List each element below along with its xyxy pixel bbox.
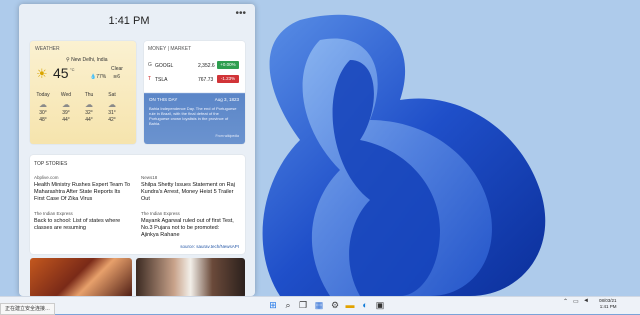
clock-time: 1:41 PM (599, 304, 617, 309)
stock-change: +0.00% (217, 61, 239, 69)
top-stories-title: TOP STORIES (34, 161, 68, 167)
edge-icon[interactable]: ◐ (360, 300, 370, 310)
story-source: News18 (141, 175, 158, 180)
money-title: MONEY | MARKET (148, 46, 192, 52)
settings-icon[interactable]: ⚙ (330, 300, 340, 310)
story-source: The Indian Express (141, 211, 180, 216)
news-image-card[interactable] (30, 258, 132, 296)
file-explorer-icon[interactable]: ▬ (345, 300, 355, 310)
chevron-up-icon[interactable]: ⌃ (563, 298, 568, 305)
story-source: Abplive.com (34, 175, 59, 180)
search-icon[interactable]: ⌕ (283, 300, 293, 310)
widgets-panel: 1:41 PM ••• WEATHER ⚲ New Delhi, India ☀… (19, 4, 255, 296)
stories-source-link[interactable]: source: saurav.tech/NewsAPI (180, 244, 239, 249)
news-image-card[interactable] (136, 258, 245, 296)
on-this-day-date: Aug 3, 1823 (214, 97, 239, 102)
stock-change: -1.23% (217, 75, 239, 83)
wind-value: 6 (117, 74, 120, 80)
forecast-day-label: Today (36, 92, 50, 98)
forecast-high: 39° (62, 110, 70, 116)
humidity-value: 77% (96, 74, 107, 80)
weather-location-label: New Delhi, India (71, 57, 108, 63)
stock-value: 2,352.6 (198, 63, 215, 69)
weather-location: ⚲ New Delhi, India (66, 57, 108, 63)
weather-widget[interactable]: WEATHER ⚲ New Delhi, India ☀ 45 °C Clear… (30, 41, 136, 144)
story-item[interactable]: Abplive.com Health Ministry Rushes Exper… (34, 175, 131, 203)
weather-unit: °C (70, 67, 75, 72)
forecast-high: 32° (85, 110, 93, 116)
weather-title: WEATHER (35, 46, 60, 52)
forecast-low: 44° (85, 117, 93, 123)
cloud-icon: ☁ (39, 100, 47, 109)
stock-row[interactable]: T TSLA 767.73 -1.23% (148, 75, 242, 85)
story-headline: Shilpa Shetty Issues Statement on Raj Ku… (141, 182, 235, 202)
tesla-icon: T (148, 76, 152, 82)
panel-time: 1:41 PM (108, 15, 150, 27)
forecast-low: 44° (62, 117, 70, 123)
weather-humidity: 💧77% (90, 74, 107, 80)
network-icon[interactable]: ▭ (573, 298, 579, 305)
taskbar: ⊞ ⌕ ❐ ▦ ⚙ ▬ ◐ ▣ ⌃ ▭ ◄ 08/03/21 1:41 PM (0, 296, 640, 314)
story-headline: Back to school: List of states where cla… (34, 218, 121, 231)
forecast-high: 31° (108, 110, 116, 116)
forecast-high: 30° (39, 110, 47, 116)
stock-value: 767.73 (198, 77, 214, 83)
forecast-day-label: Sat (108, 92, 116, 98)
stock-row[interactable]: G GOOGL 2,352.6 +0.00% (148, 61, 242, 71)
story-item[interactable]: News18 Shilpa Shetty Issues Statement on… (141, 175, 238, 203)
forecast-day: Wed ☁ 39° 44° (55, 92, 77, 124)
start-icon[interactable]: ⊞ (268, 300, 278, 310)
status-message: 正在建立安全连接… (0, 303, 56, 315)
weather-condition: Clear (111, 66, 123, 72)
money-widget[interactable]: MONEY | MARKET G GOOGL 2,352.6 +0.00% T … (144, 41, 245, 144)
weather-wind: ≋6 (113, 74, 120, 80)
story-headline: Mayank Agarwal ruled out of first Test, … (141, 218, 234, 238)
more-icon[interactable]: ••• (235, 8, 246, 19)
on-this-day-link[interactable]: From wikipedia (215, 134, 239, 138)
task-view-icon[interactable]: ❐ (298, 300, 308, 310)
forecast-day: Today ☁ 30° 48° (32, 92, 54, 124)
on-this-day-label: ON THIS DAY (149, 97, 178, 102)
cloud-rain-icon: ☁ (62, 100, 70, 109)
forecast-day: Sat ☁ 31° 42° (101, 92, 123, 124)
sun-icon: ☀ (36, 66, 48, 81)
story-item[interactable]: The Indian Express Mayank Agarwal ruled … (141, 211, 238, 239)
on-this-day-text: Bahia Independence Day. The end of Portu… (149, 106, 237, 126)
widgets-icon[interactable]: ▦ (314, 300, 324, 310)
weather-temp: 45 (53, 65, 69, 81)
cloud-rain-icon: ☁ (108, 100, 116, 109)
google-icon: G (148, 62, 152, 68)
story-headline: Health Ministry Rushes Expert Team To Ma… (34, 182, 131, 202)
story-source: The Indian Express (34, 211, 73, 216)
forecast-low: 42° (108, 117, 116, 123)
forecast-low: 48° (39, 117, 47, 123)
volume-icon[interactable]: ◄ (583, 298, 589, 304)
forecast-day: Thu ☁ 32° 44° (78, 92, 100, 124)
stock-symbol: GOOGL (155, 63, 174, 69)
system-clock[interactable]: 08/03/21 1:41 PM (599, 298, 617, 310)
top-stories-widget: TOP STORIES Abplive.com Health Ministry … (30, 155, 245, 254)
store-icon[interactable]: ▣ (375, 300, 385, 310)
forecast-day-label: Wed (60, 92, 72, 98)
cloud-rain-icon: ☁ (85, 100, 93, 109)
story-item[interactable]: The Indian Express Back to school: List … (34, 211, 131, 232)
forecast-day-label: Thu (84, 92, 94, 98)
stock-symbol: TSLA (155, 77, 168, 83)
